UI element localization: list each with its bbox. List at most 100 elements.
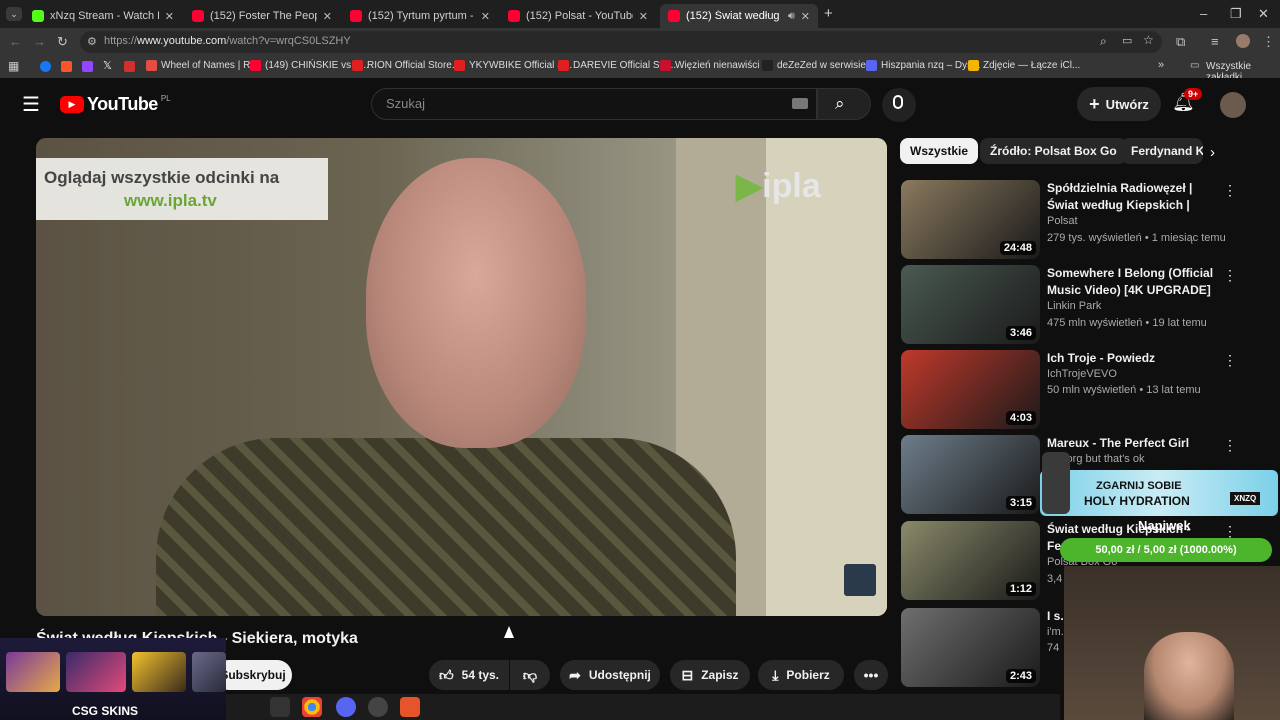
extensions-icon[interactable]: ⧉	[1176, 34, 1185, 50]
discord-icon[interactable]	[336, 697, 356, 717]
bookmark-item[interactable]: RION Official Store...	[352, 60, 460, 71]
account-avatar[interactable]	[1220, 92, 1246, 118]
recommended-video[interactable]: 3:46 Somewhere I Belong (Official Music V…	[901, 265, 1251, 345]
recommended-video-title[interactable]: Mareux - The Perfect Girl	[1047, 435, 1219, 452]
chip-source-polsat[interactable]: Źródło: Polsat Box Go	[980, 138, 1127, 164]
hamburger-menu-icon[interactable]: ☰	[22, 92, 40, 117]
more-vertical-icon[interactable]: ⋮	[1223, 182, 1237, 199]
share-button[interactable]: ➦ Udostępnij	[560, 660, 660, 690]
close-tab-icon[interactable]: ✕	[165, 10, 174, 23]
search-input[interactable]: Szukaj	[386, 96, 425, 111]
bookmark-item[interactable]: Hiszpania nzq – Dys...	[866, 60, 981, 71]
site-info-icon[interactable]: ⚙	[87, 35, 97, 48]
bookmark-item[interactable]: Wheel of Names | R...	[146, 60, 259, 71]
video-thumbnail[interactable]: 2:43	[901, 608, 1040, 687]
bookmark-item[interactable]: deZeZed w serwisie...	[762, 60, 874, 71]
webcam-person	[1144, 632, 1234, 720]
twitch-bookmark-icon[interactable]	[82, 61, 93, 72]
zoom-icon[interactable]: ⌕	[1100, 34, 1107, 49]
video-thumbnail[interactable]: 3:46	[901, 265, 1040, 344]
close-tab-icon[interactable]: ✕	[801, 10, 810, 23]
browser-tab[interactable]: (152) Polsat - YouTube ✕	[500, 4, 656, 28]
profile-avatar[interactable]	[1236, 34, 1250, 48]
obs-icon[interactable]	[368, 697, 388, 717]
voice-search-button[interactable]	[882, 88, 916, 122]
channel-name[interactable]: IchTrojeVEVO	[1047, 368, 1117, 380]
chip-ferdynand[interactable]: Ferdynand K	[1121, 138, 1203, 164]
video-player[interactable]: Oglądaj wszystkie odcinki na www.ipla.tv…	[36, 138, 887, 616]
more-actions-button[interactable]: •••	[854, 660, 888, 690]
browser-tab[interactable]: xNzq Stream - Watch Live on K ✕	[24, 4, 182, 28]
recommended-video-title[interactable]: Ich Troje - Powiedz	[1047, 350, 1219, 367]
back-icon[interactable]: ←	[9, 34, 22, 49]
tab-favicon-icon	[192, 10, 204, 22]
url-text[interactable]: https://www.youtube.com/watch?v=wrqCS0LS…	[104, 35, 351, 47]
close-window-button[interactable]: ✕	[1258, 6, 1269, 22]
browser-tab[interactable]: (152) Tyrtum pyrtum - Świat w ✕	[342, 4, 498, 28]
apps-grid-icon[interactable]: ▦	[8, 59, 19, 73]
channel-name[interactable]: Polsat	[1047, 215, 1078, 227]
bookmarks-overflow-icon[interactable]: »	[1158, 59, 1164, 71]
more-vertical-icon[interactable]: ⋮	[1223, 437, 1237, 454]
chip-all[interactable]: Wszystkie	[900, 138, 979, 164]
create-button[interactable]: + Utwórz	[1077, 87, 1161, 121]
brave-bookmark-icon[interactable]	[61, 61, 72, 72]
video-thumbnail[interactable]: 4:03	[901, 350, 1040, 429]
facebook-bookmark-icon[interactable]	[40, 61, 51, 72]
reading-list-icon[interactable]: ≡	[1211, 34, 1219, 49]
terminal-icon[interactable]	[270, 697, 290, 717]
recommended-video[interactable]: 4:03 Ich Troje - Powiedz IchTrojeVEVO 50 ml…	[901, 350, 1251, 430]
bookmark-item[interactable]: Zdjęcie — Łącze iCl...	[968, 60, 1080, 71]
minimize-button[interactable]: –	[1200, 6, 1207, 21]
save-button[interactable]: ⊟ Zapisz	[670, 660, 750, 690]
browser-tab[interactable]: (152) Świat według Kiepskich 🔊︎ ✕	[660, 4, 818, 28]
app-icon[interactable]	[400, 697, 420, 717]
recommended-video-title[interactable]: Somewhere I Belong (Official Music Video…	[1047, 265, 1219, 299]
bookmark-favicon-icon	[250, 60, 261, 71]
dislike-button[interactable]: 👎︎	[510, 660, 550, 690]
browser-tab[interactable]: (152) Foster The People - Pump ✕	[184, 4, 340, 28]
more-vertical-icon[interactable]: ⋮	[1223, 352, 1237, 369]
download-button[interactable]: ⤓ Pobierz	[758, 660, 844, 690]
video-thumbnail[interactable]: 3:15	[901, 435, 1040, 514]
search-box[interactable]: Szukaj	[371, 88, 817, 120]
recommended-video[interactable]: 24:48 Spółdzielnia Radiowęzeł | Świat wed…	[901, 180, 1251, 260]
promo-code: XNZQ	[1230, 492, 1261, 505]
youtube-logo[interactable]: ▶ YouTube PL	[60, 94, 171, 115]
like-button[interactable]: 👍︎ 54 tys.	[429, 660, 509, 690]
chevron-right-icon[interactable]: ›	[1210, 144, 1215, 161]
bookmark-icon[interactable]	[124, 61, 135, 72]
recommended-video-title[interactable]: Spółdzielnia Radiowęzeł | Świat według K…	[1047, 180, 1219, 214]
tab-search-icon[interactable]: ⌄	[6, 7, 22, 21]
bookmark-star-icon[interactable]: ☆	[1143, 33, 1154, 47]
notifications-button[interactable]: 🔔︎ 9+	[1172, 88, 1203, 113]
search-icon: ⌕	[835, 94, 845, 113]
video-robe	[156, 438, 736, 616]
video-thumbnail[interactable]: 24:48	[901, 180, 1040, 259]
x-bookmark-icon[interactable]: 𝕏	[103, 59, 112, 72]
keyboard-icon[interactable]	[792, 98, 808, 109]
chrome-icon[interactable]	[302, 697, 322, 717]
audio-playing-icon[interactable]: 🔊︎	[788, 10, 795, 23]
address-bar[interactable]: ⚙ https://www.youtube.com/watch?v=wrqCS0…	[80, 31, 1162, 53]
search-button[interactable]: ⌕	[817, 88, 871, 120]
forward-icon[interactable]: →	[33, 34, 46, 49]
reload-icon[interactable]: ↻	[57, 34, 68, 50]
channel-name[interactable]: Linkin Park	[1047, 300, 1101, 312]
more-horizontal-icon: •••	[863, 667, 879, 683]
close-tab-icon[interactable]: ✕	[481, 10, 490, 23]
new-tab-button[interactable]: +	[824, 5, 833, 22]
maximize-button[interactable]: ❐	[1230, 6, 1242, 22]
chrome-menu-icon[interactable]: ⋮	[1262, 34, 1275, 50]
bookmark-item[interactable]: Więzień nienawiści /...	[660, 60, 773, 71]
bookmark-item[interactable]: YKYWBIKE Official S...	[454, 60, 572, 71]
all-bookmarks-folder-icon[interactable]: ▭	[1190, 60, 1199, 71]
cast-icon[interactable]: ▭	[1122, 34, 1132, 47]
bookmark-favicon-icon	[866, 60, 877, 71]
close-tab-icon[interactable]: ✕	[639, 10, 648, 23]
video-meta: 475 mln wyświetleń • 19 lat temu	[1047, 317, 1207, 329]
video-thumbnail[interactable]: 1:12	[901, 521, 1040, 600]
more-vertical-icon[interactable]: ⋮	[1223, 267, 1237, 284]
close-tab-icon[interactable]: ✕	[323, 10, 332, 23]
bookmark-item[interactable]: DAREVIE Official Sto...	[558, 60, 676, 71]
